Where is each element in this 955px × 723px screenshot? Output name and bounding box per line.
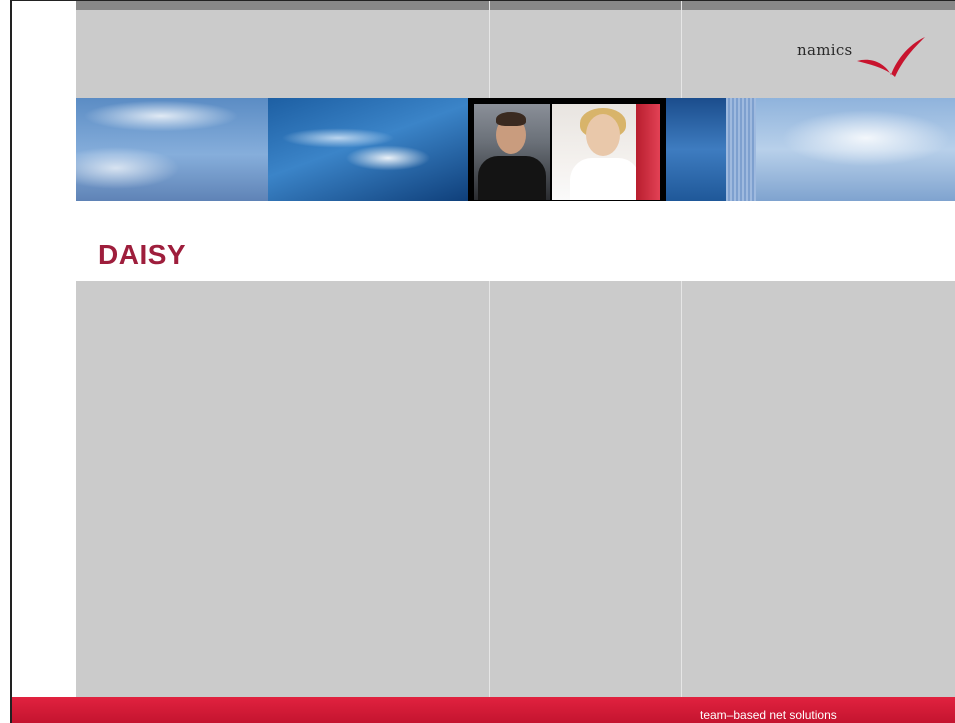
header-banner [76, 98, 955, 201]
swoosh-icon [857, 37, 925, 77]
top-strip [76, 1, 955, 10]
logo-text: namics [797, 41, 853, 59]
stripe-pattern [726, 98, 756, 201]
title-band: DAISY [76, 201, 955, 281]
sky-image-right [756, 98, 955, 201]
sky-image [76, 98, 268, 201]
water-image [666, 98, 726, 201]
namics-logo: namics [797, 33, 937, 83]
red-background [636, 104, 660, 200]
wave-image [268, 98, 468, 201]
people-photo [468, 98, 666, 201]
man-figure [474, 104, 550, 200]
footer-bar: team–based net solutions [12, 697, 955, 723]
footer-tagline: team–based net solutions [700, 708, 837, 722]
left-margin [12, 1, 76, 701]
slide-title: DAISY [98, 239, 187, 270]
slide: namics DAISY team–based net solutions [10, 0, 955, 723]
